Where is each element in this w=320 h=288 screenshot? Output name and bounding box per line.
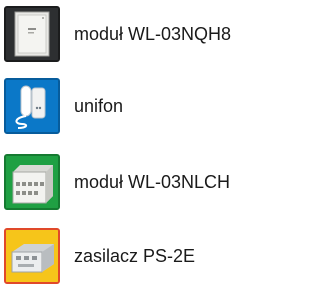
legend-item-module-wl-03nlch: moduł WL-03NLCH xyxy=(4,154,273,214)
legend-label: zasilacz PS-2E xyxy=(74,246,196,266)
legend-item-module-wl-03nqh8: moduł WL-03NQH8 xyxy=(4,6,273,66)
legend-label: unifon xyxy=(74,96,124,116)
legend-item-unifon: unifon xyxy=(4,78,273,138)
terminal-module-box-icon xyxy=(4,154,60,210)
wall-module-cabinet-icon xyxy=(4,6,60,62)
legend-label: moduł WL-03NLCH xyxy=(74,172,231,192)
intercom-handset-icon xyxy=(4,78,60,134)
legend-label: moduł WL-03NQH8 xyxy=(74,24,232,44)
legend-item-power-supply-ps-2e: zasilacz PS-2E xyxy=(4,228,273,288)
device-legend: moduł WL-03NQH8 unifon moduł WL-03NLCH z… xyxy=(0,0,273,288)
din-rail-power-supply-icon xyxy=(4,228,60,284)
